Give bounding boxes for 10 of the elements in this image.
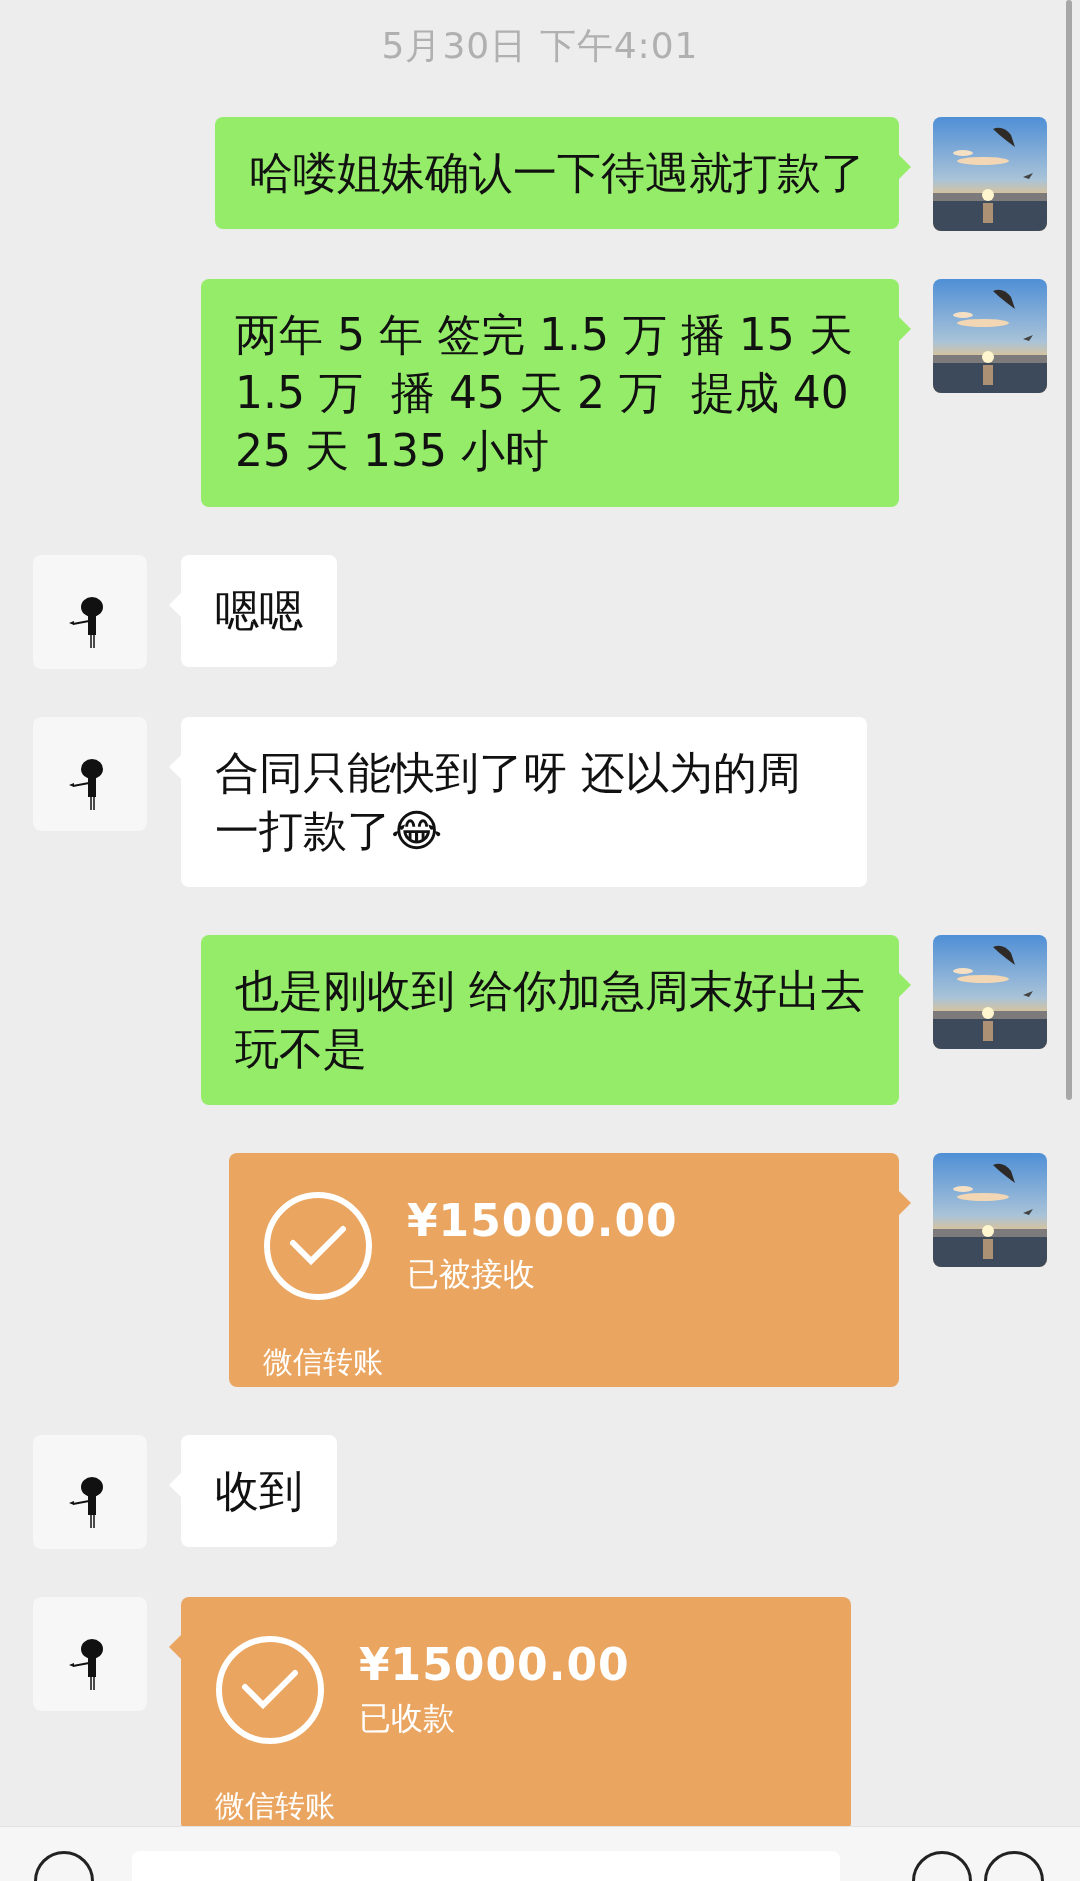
- scrollbar[interactable]: [1066, 0, 1072, 1100]
- transfer-status: 已被接收: [407, 1254, 536, 1295]
- transfer-label: 微信转账: [215, 1787, 335, 1825]
- check-circle-icon: [263, 1191, 373, 1301]
- transfer-label: 微信转账: [263, 1343, 383, 1381]
- timestamp: 5月30日 下午4:01: [381, 24, 699, 68]
- check-circle-icon: [215, 1635, 325, 1745]
- transfer-amount: ¥15000.00: [407, 1194, 678, 1248]
- transfer-amount: ¥15000.00: [359, 1638, 630, 1692]
- transfer-status: 已收款: [359, 1698, 456, 1739]
